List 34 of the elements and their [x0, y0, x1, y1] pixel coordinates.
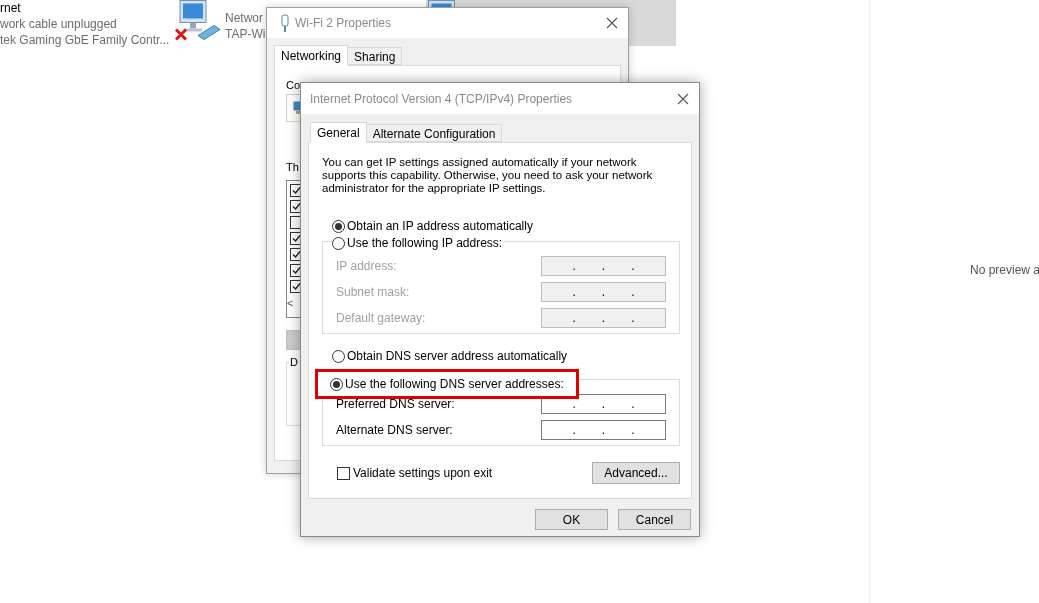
ip-address-field[interactable]: ...: [541, 420, 666, 440]
field-label: Alternate DNS server:: [336, 422, 453, 439]
tab[interactable]: Sharing: [348, 47, 403, 65]
field-label: Default gateway:: [336, 310, 426, 327]
disconnected-network-icon: [174, 0, 221, 41]
radio-option[interactable]: Obtain DNS server address automatically: [332, 347, 680, 365]
connection-status: Networ: [225, 10, 263, 26]
tab[interactable]: Networking: [274, 45, 349, 66]
field-label: Th: [286, 160, 299, 174]
connection-device: TAP-Wi: [225, 26, 266, 42]
advanced-button[interactable]: Advanced...: [592, 462, 680, 484]
field-label: Co: [286, 78, 301, 92]
radio-option[interactable]: Obtain an IP address automatically: [332, 217, 680, 235]
connection-device: tek Gaming GbE Family Contr...: [0, 32, 170, 48]
radio-option[interactable]: Use the following IP address:: [332, 234, 503, 252]
wireless-adapter-icon: [281, 14, 289, 32]
field-label: IP address:: [336, 258, 397, 275]
close-icon[interactable]: [677, 92, 689, 105]
connection-status: work cable unplugged: [0, 16, 117, 32]
field-label: Subnet mask:: [336, 284, 410, 301]
ip-address-field[interactable]: ...: [541, 394, 666, 414]
group-label: D: [289, 355, 299, 369]
window-title: Wi-Fi 2 Properties: [295, 15, 392, 32]
window-title: Internet Protocol Version 4 (TCP/IPv4) Properties: [310, 90, 573, 108]
close-icon[interactable]: [606, 17, 618, 29]
connection-tile[interactable]: rnet work cable unplugged tek Gaming GbE Family Contr...: [0, 0, 172, 48]
intro-text: You can get IP settings assigned automatically if your network supports this capability. Otherwise, you need to ask your network administrator for the appropriate IP settings.: [322, 156, 654, 195]
validate-checkbox[interactable]: Validate settings upon exit: [337, 464, 493, 482]
tab[interactable]: General: [310, 122, 367, 143]
connection-name: rnet: [0, 0, 21, 16]
field-label: Preferred DNS server:: [336, 396, 455, 413]
dialog-button[interactable]: OK: [535, 509, 608, 530]
dialog-button[interactable]: Cancel: [618, 509, 691, 530]
tab[interactable]: Alternate Configuration: [366, 124, 503, 142]
